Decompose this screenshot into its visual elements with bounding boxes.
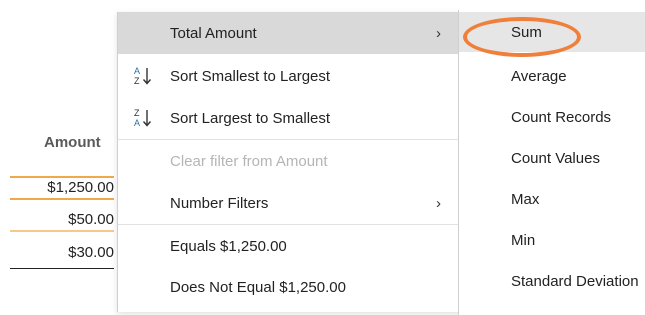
submenu-item-label: Min <box>511 231 536 249</box>
submenu-item-average[interactable]: Average <box>459 56 645 96</box>
menu-item-label: Sort Largest to Smallest <box>170 109 331 127</box>
svg-text:Z: Z <box>134 76 140 86</box>
chevron-right-icon: › <box>436 24 441 42</box>
menu-item-label: Clear filter from Amount <box>170 152 328 170</box>
menu-item-clear-filter: Clear filter from Amount <box>118 140 461 182</box>
submenu-item-max[interactable]: Max <box>459 179 645 219</box>
highlight-circle-annotation <box>463 17 581 57</box>
menu-item-sort-descending[interactable]: Z A Sort Largest to Smallest <box>118 97 461 139</box>
svg-text:A: A <box>134 66 140 76</box>
sort-ascending-icon: A Z <box>132 64 156 88</box>
table-bottom-border <box>10 268 114 269</box>
cell-amount-1[interactable]: $1,250.00 <box>10 176 114 200</box>
submenu-item-label: Max <box>511 190 540 208</box>
menu-item-label: Number Filters <box>170 194 269 212</box>
svg-text:A: A <box>134 118 140 128</box>
menu-item-label: Total Amount <box>170 24 257 42</box>
column-context-menu: Total Amount › A Z Sort Smallest to Larg… <box>117 12 462 312</box>
menu-item-number-filters[interactable]: Number Filters › <box>118 182 461 224</box>
cell-amount-2[interactable]: $50.00 <box>10 210 114 232</box>
submenu-item-count-records[interactable]: Count Records <box>459 97 645 137</box>
submenu-item-label: Standard Deviation <box>511 272 639 290</box>
submenu-item-label: Count Records <box>511 108 612 126</box>
column-header-amount[interactable]: Amount <box>44 134 101 151</box>
total-amount-submenu: Sum Average Count Records Count Values M… <box>458 10 645 315</box>
submenu-item-label: Average <box>511 67 567 85</box>
submenu-item-label: Count Values <box>511 149 600 167</box>
menu-item-sort-ascending[interactable]: A Z Sort Smallest to Largest <box>118 55 461 97</box>
cell-amount-3[interactable]: $30.00 <box>10 243 114 263</box>
sort-descending-icon: Z A <box>132 106 156 130</box>
menu-item-label: Equals $1,250.00 <box>170 237 287 255</box>
menu-item-total-amount[interactable]: Total Amount › <box>118 12 461 54</box>
menu-item-does-not-equal[interactable]: Does Not Equal $1,250.00 <box>118 266 461 308</box>
svg-text:Z: Z <box>134 108 140 118</box>
menu-item-equals[interactable]: Equals $1,250.00 <box>118 225 461 267</box>
submenu-item-min[interactable]: Min <box>459 220 645 260</box>
submenu-item-count-values[interactable]: Count Values <box>459 138 645 178</box>
menu-item-label: Does Not Equal $1,250.00 <box>170 278 346 296</box>
submenu-item-standard-deviation[interactable]: Standard Deviation <box>459 261 645 301</box>
menu-item-label: Sort Smallest to Largest <box>170 67 331 85</box>
chevron-right-icon: › <box>436 194 441 212</box>
